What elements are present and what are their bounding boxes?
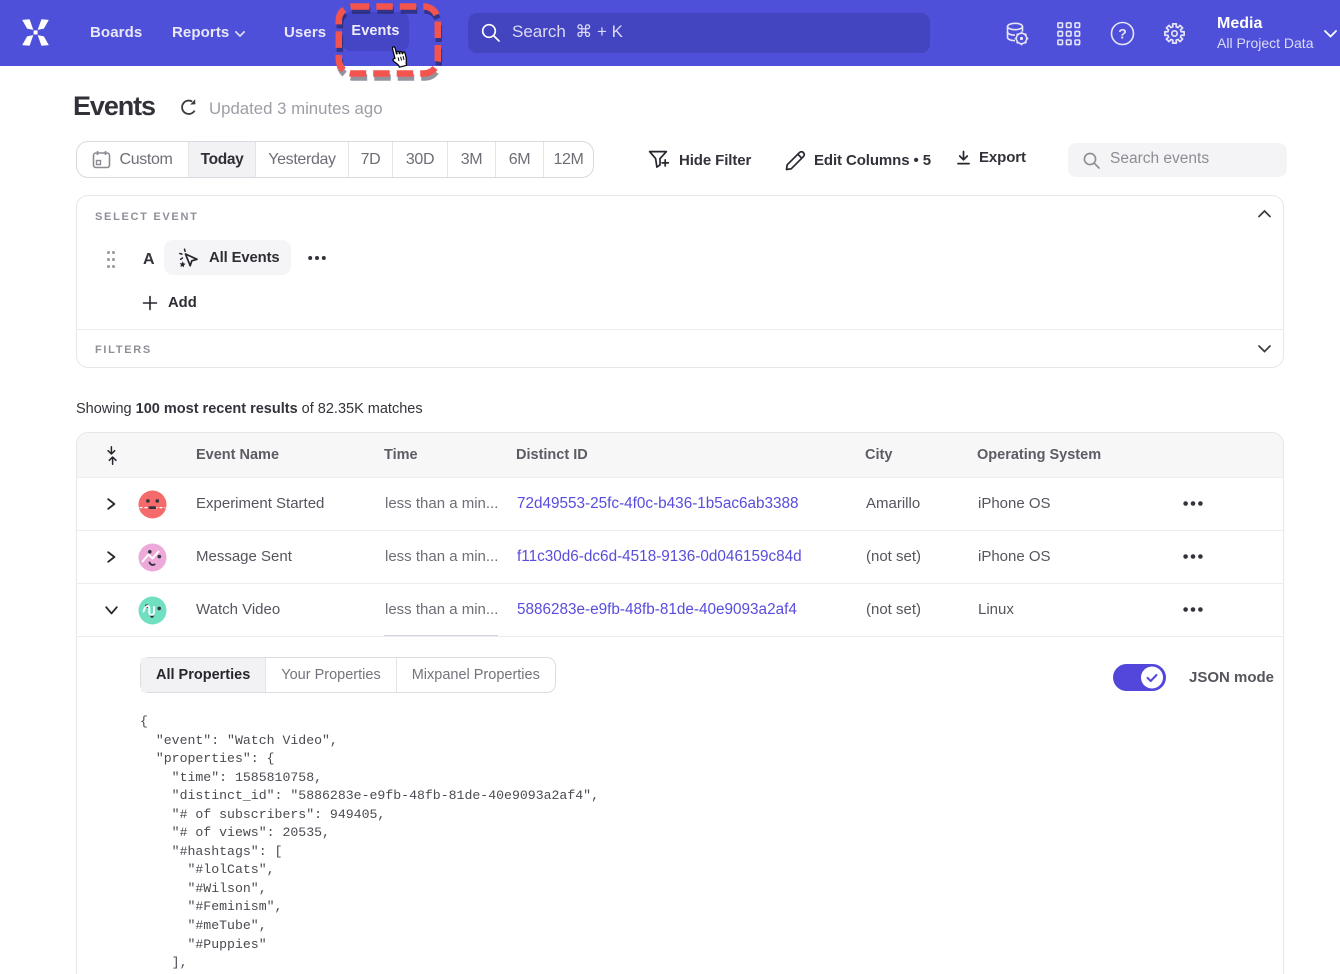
svg-text:?: ? — [1118, 26, 1127, 42]
